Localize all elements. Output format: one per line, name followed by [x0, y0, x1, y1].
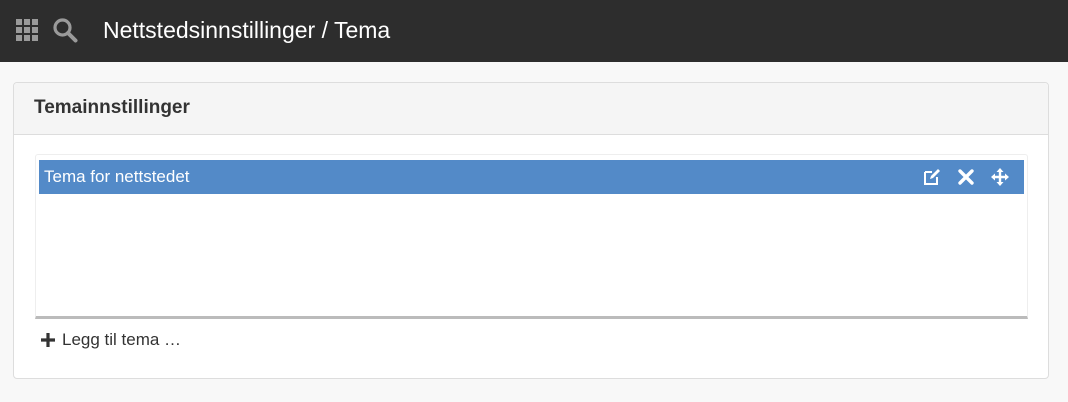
remove-icon[interactable]: [956, 167, 976, 187]
add-theme-button[interactable]: Legg til tema …: [40, 329, 181, 351]
page-title: Nettstedsinnstillinger / Tema: [103, 17, 391, 43]
apps-grid-icon[interactable]: [16, 19, 38, 41]
search-icon[interactable]: [52, 17, 78, 43]
move-icon[interactable]: [990, 167, 1010, 187]
panel-heading: Temainnstillinger: [14, 83, 1048, 135]
theme-settings-panel: Temainnstillinger Tema for nettstedet Le…: [13, 82, 1049, 379]
plus-icon: [40, 332, 56, 348]
list-item-actions: [922, 160, 1010, 194]
add-theme-label: Legg til tema …: [62, 330, 182, 349]
list-item[interactable]: Tema for nettstedet: [39, 160, 1024, 194]
theme-list: Tema for nettstedet: [35, 154, 1028, 319]
list-item-label: Tema for nettstedet: [44, 167, 190, 186]
panel-title: Temainnstillinger: [34, 97, 190, 118]
edit-icon[interactable]: [922, 167, 942, 187]
top-bar: Nettstedsinnstillinger / Tema: [0, 0, 1068, 62]
